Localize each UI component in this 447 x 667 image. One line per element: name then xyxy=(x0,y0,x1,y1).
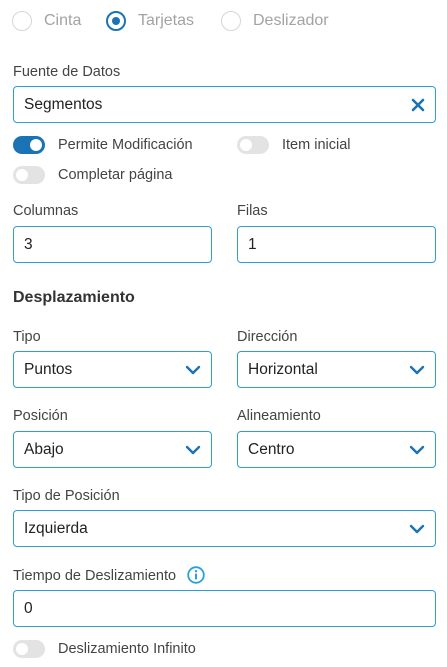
scroll-time-label: Tiempo de Deslizamiento xyxy=(13,568,177,584)
position-type-value: Izquierda xyxy=(24,519,88,537)
alignment-select[interactable]: Centro xyxy=(237,431,436,468)
data-source-label: Fuente de Datos xyxy=(13,64,121,80)
data-source-value: Segmentos xyxy=(24,95,103,113)
rows-input[interactable]: 1 xyxy=(237,226,436,263)
radio-deslizador-label: Deslizador xyxy=(253,12,329,29)
position-type-label: Tipo de Posición xyxy=(13,488,120,504)
rows-label: Filas xyxy=(237,203,268,219)
infinite-scroll-toggle[interactable] xyxy=(13,640,45,658)
radio-cinta-circle[interactable] xyxy=(12,11,32,31)
initial-item-toggle[interactable] xyxy=(237,136,269,154)
chevron-down-icon xyxy=(409,365,425,374)
direction-select[interactable]: Horizontal xyxy=(237,351,436,388)
allow-modification-toggle[interactable] xyxy=(13,136,45,154)
position-select[interactable]: Abajo xyxy=(13,431,212,468)
scroll-time-value: 0 xyxy=(24,599,33,617)
rows-value: 1 xyxy=(248,235,257,253)
alignment-label: Alineamiento xyxy=(237,408,321,424)
position-type-select[interactable]: Izquierda xyxy=(13,510,436,547)
position-value: Abajo xyxy=(24,440,64,458)
scroll-time-input[interactable]: 0 xyxy=(13,590,436,627)
position-label: Posición xyxy=(13,408,68,424)
allow-modification-label: Permite Modificación xyxy=(58,137,193,153)
direction-value: Horizontal xyxy=(248,360,318,378)
columns-label: Columnas xyxy=(13,203,79,219)
chevron-down-icon xyxy=(409,524,425,533)
type-value: Puntos xyxy=(24,360,73,378)
initial-item-label: Item inicial xyxy=(282,137,351,153)
fill-page-toggle[interactable] xyxy=(13,166,45,184)
radio-tarjetas-label: Tarjetas xyxy=(138,12,195,29)
data-source-field[interactable]: Segmentos xyxy=(13,86,436,123)
columns-input[interactable]: 3 xyxy=(13,226,212,263)
info-icon[interactable] xyxy=(187,566,205,584)
direction-label: Dirección xyxy=(237,329,298,345)
radio-cinta[interactable]: Cinta xyxy=(12,9,81,33)
infinite-scroll-label: Deslizamiento Infinito xyxy=(58,641,196,657)
fill-page-label: Completar página xyxy=(58,167,173,183)
type-label: Tipo xyxy=(13,329,41,345)
columns-value: 3 xyxy=(24,235,33,253)
scroll-section-title: Desplazamiento xyxy=(13,289,135,306)
radio-deslizador[interactable]: Deslizador xyxy=(221,9,329,33)
close-icon[interactable] xyxy=(411,98,425,112)
chevron-down-icon xyxy=(409,445,425,454)
radio-tarjetas[interactable]: Tarjetas xyxy=(106,9,194,33)
chevron-down-icon xyxy=(185,445,201,454)
radio-cinta-label: Cinta xyxy=(44,12,82,29)
radio-deslizador-circle[interactable] xyxy=(221,11,241,31)
radio-tarjetas-circle[interactable] xyxy=(106,11,126,31)
type-select[interactable]: Puntos xyxy=(13,351,212,388)
alignment-value: Centro xyxy=(248,440,295,458)
chevron-down-icon xyxy=(185,365,201,374)
